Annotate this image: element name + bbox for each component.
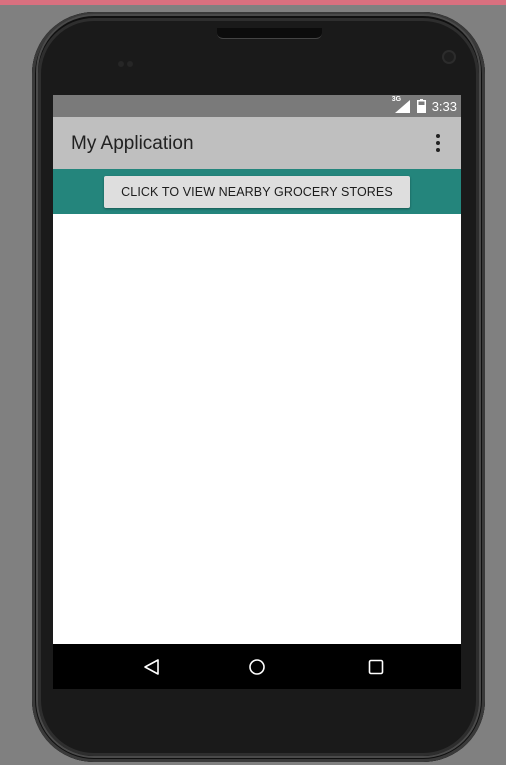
more-vert-icon[interactable] (435, 134, 441, 152)
button-container: CLICK TO VIEW NEARBY GROCERY STORES (53, 169, 461, 214)
view-grocery-stores-button[interactable]: CLICK TO VIEW NEARBY GROCERY STORES (104, 176, 410, 208)
top-accent-strip (0, 0, 506, 5)
content-area (53, 214, 461, 644)
home-icon[interactable] (227, 644, 287, 689)
front-camera (442, 50, 456, 64)
sensor-dots (118, 54, 138, 67)
status-bar: 3G 3:33 (53, 95, 461, 117)
network-type-label: 3G (391, 96, 402, 103)
recents-icon[interactable] (346, 644, 406, 689)
app-title: My Application (71, 133, 194, 154)
app-toolbar: My Application (53, 117, 461, 169)
speaker-grille (217, 28, 322, 39)
system-nav-bar (53, 644, 461, 689)
battery-icon (416, 99, 426, 113)
cell-signal-icon: 3G (391, 96, 411, 113)
status-icons: 3G 3:33 (391, 95, 457, 117)
device-screen: 3G 3:33 My Application CLICK TO VIEW NEA… (53, 95, 461, 689)
back-icon[interactable] (122, 644, 182, 689)
status-clock: 3:33 (431, 98, 457, 114)
